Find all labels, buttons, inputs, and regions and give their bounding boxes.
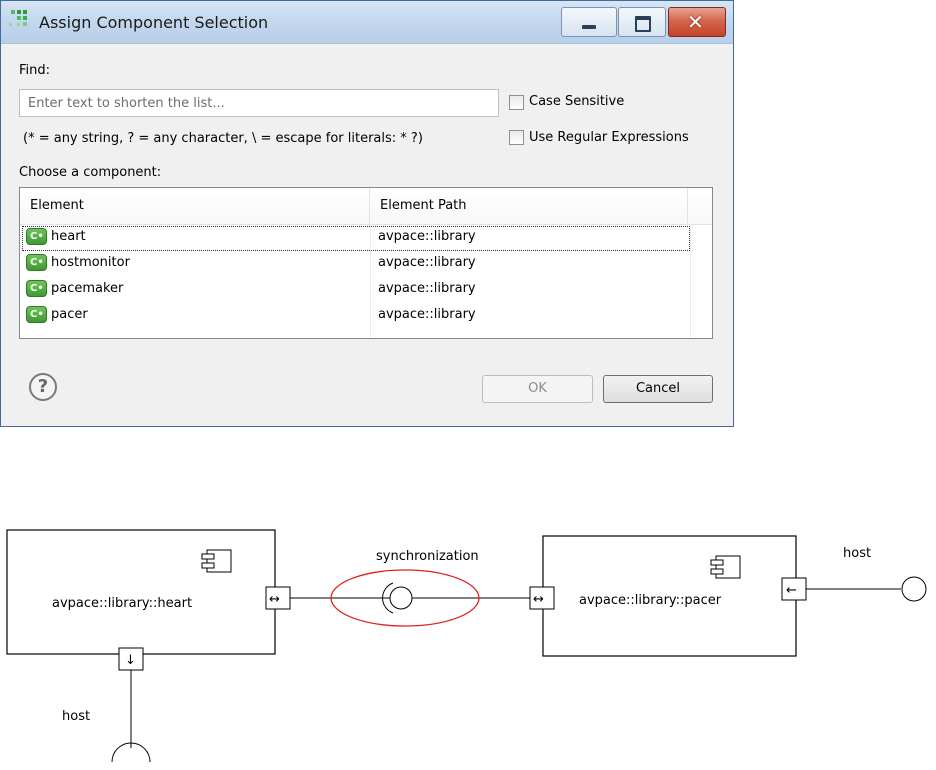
column-divider: [690, 224, 691, 338]
table-row[interactable]: C• pacer avpace::library: [22, 304, 690, 329]
host-label-bottom: host: [62, 709, 90, 724]
interface-ball-host: [901, 576, 927, 602]
choose-label: Choose a component:: [19, 165, 162, 180]
component-icon: C•: [26, 254, 47, 271]
case-sensitive-label[interactable]: Case Sensitive: [529, 94, 624, 109]
cell-element-path: avpace::library: [378, 307, 476, 322]
bidirectional-arrow-icon: ↔: [533, 592, 544, 607]
provided-interface-ball: [389, 586, 413, 610]
component-diagram: avpace::library::heart ↔ synchronization…: [6, 529, 927, 763]
case-sensitive-checkbox[interactable]: [509, 95, 524, 110]
cell-element: pacer: [51, 307, 88, 322]
table-header: Element Element Path: [20, 188, 712, 225]
assign-component-dialog: Assign Component Selection ✕ Find: Case …: [0, 0, 734, 427]
component-label-heart: avpace::library::heart: [52, 596, 192, 611]
help-icon[interactable]: ?: [29, 373, 57, 401]
maximize-icon: [635, 16, 651, 32]
cancel-button[interactable]: Cancel: [603, 375, 713, 403]
left-arrow-icon: ←: [786, 583, 797, 598]
regex-checkbox[interactable]: [509, 130, 524, 145]
table-row[interactable]: C• pacemaker avpace::library: [22, 278, 690, 303]
cell-element-path: avpace::library: [378, 281, 476, 296]
down-arrow-icon: ↓: [125, 653, 136, 668]
find-hint: (* = any string, ? = any character, \ = …: [23, 131, 423, 146]
component-icon: C•: [26, 306, 47, 323]
cell-element: pacemaker: [51, 281, 124, 296]
cell-element-path: avpace::library: [378, 255, 476, 270]
app-icon: [9, 10, 27, 26]
find-label: Find:: [19, 63, 51, 78]
column-header-element[interactable]: Element: [20, 188, 370, 224]
bidirectional-arrow-icon: ↔: [269, 592, 280, 607]
interface-label: synchronization: [376, 549, 479, 564]
minimize-button[interactable]: [561, 7, 617, 37]
table-row[interactable]: C• heart avpace::library: [22, 226, 690, 251]
component-icon: C•: [26, 280, 47, 297]
table-row[interactable]: C• hostmonitor avpace::library: [22, 252, 690, 277]
maximize-button[interactable]: [618, 7, 666, 37]
host-label-right: host: [843, 546, 871, 561]
dialog-title: Assign Component Selection: [39, 13, 269, 32]
close-icon: ✕: [687, 10, 704, 34]
regex-label[interactable]: Use Regular Expressions: [529, 130, 689, 145]
title-bar[interactable]: Assign Component Selection ✕: [1, 1, 733, 44]
component-label-pacer: avpace::library::pacer: [579, 593, 722, 608]
component-icon: C•: [26, 228, 47, 245]
cell-element: hostmonitor: [51, 255, 130, 270]
ok-button[interactable]: OK: [482, 375, 593, 403]
find-input[interactable]: [19, 89, 499, 117]
cell-element: heart: [51, 229, 86, 244]
column-header-element-path[interactable]: Element Path: [370, 188, 688, 224]
close-button[interactable]: ✕: [668, 7, 726, 37]
cell-element-path: avpace::library: [378, 229, 476, 244]
component-table[interactable]: Element Element Path C• heart avpace::li…: [19, 187, 713, 339]
minimize-icon: [582, 25, 596, 29]
component-box-heart[interactable]: [6, 529, 276, 655]
